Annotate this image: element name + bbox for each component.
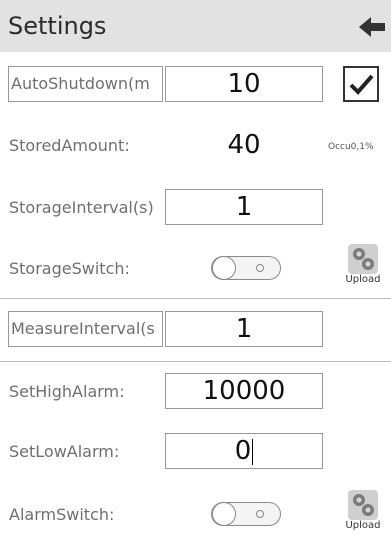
auto-shutdown-checkbox[interactable]	[343, 66, 379, 102]
section-divider	[0, 361, 391, 362]
set-high-alarm-label: SetHighAlarm:	[9, 382, 125, 401]
measure-interval-row: MeasureInterval(s 1	[0, 310, 391, 350]
measure-interval-label: MeasureInterval(s	[8, 311, 163, 347]
set-low-alarm-input[interactable]: 0	[165, 433, 323, 469]
stored-amount-row: StoredAmount: 40 Occu0,1%	[0, 128, 391, 164]
toggle-off-indicator	[256, 264, 264, 272]
stored-amount-label: StoredAmount:	[9, 136, 130, 155]
upload-label: Upload	[345, 274, 381, 285]
set-high-alarm-row: SetHighAlarm: 10000	[0, 372, 391, 412]
checkmark-icon	[349, 74, 374, 95]
storage-interval-input[interactable]: 1	[165, 189, 323, 225]
stored-amount-value: 40	[227, 130, 261, 160]
gears-icon	[348, 490, 378, 520]
occupancy-text: Occu0,1%	[328, 142, 374, 152]
set-low-alarm-row: SetLowAlarm: 0	[0, 432, 391, 472]
storage-interval-label: StorageInterval(s)	[9, 198, 154, 217]
toggle-knob	[212, 502, 236, 526]
gears-icon	[348, 244, 378, 274]
set-low-alarm-value: 0	[234, 436, 252, 466]
alarm-switch-row: AlarmSwitch: Upload	[0, 488, 391, 538]
storage-interval-row: StorageInterval(s) 1	[0, 188, 391, 228]
storage-switch-row: StorageSwitch: Upload	[0, 242, 391, 292]
storage-upload-button[interactable]: Upload	[342, 244, 384, 288]
upload-label: Upload	[345, 520, 381, 531]
set-high-alarm-input[interactable]: 10000	[165, 373, 323, 409]
back-arrow-icon[interactable]	[359, 16, 385, 38]
auto-shutdown-row: AutoShutdown(m 10	[0, 64, 391, 104]
toggle-off-indicator	[256, 510, 264, 518]
alarm-switch-toggle[interactable]	[211, 502, 281, 526]
measure-interval-input[interactable]: 1	[165, 311, 323, 347]
auto-shutdown-label: AutoShutdown(m	[8, 66, 163, 102]
storage-switch-label: StorageSwitch:	[9, 259, 130, 278]
set-low-alarm-label: SetLowAlarm:	[9, 442, 120, 461]
storage-switch-toggle[interactable]	[211, 256, 281, 280]
auto-shutdown-input[interactable]: 10	[165, 66, 323, 102]
page-title: Settings	[8, 12, 107, 40]
alarm-switch-label: AlarmSwitch:	[9, 505, 115, 524]
alarm-upload-button[interactable]: Upload	[342, 490, 384, 534]
toggle-knob	[212, 256, 236, 280]
text-cursor	[252, 438, 254, 465]
title-bar: Settings	[0, 0, 391, 52]
section-divider	[0, 298, 391, 299]
